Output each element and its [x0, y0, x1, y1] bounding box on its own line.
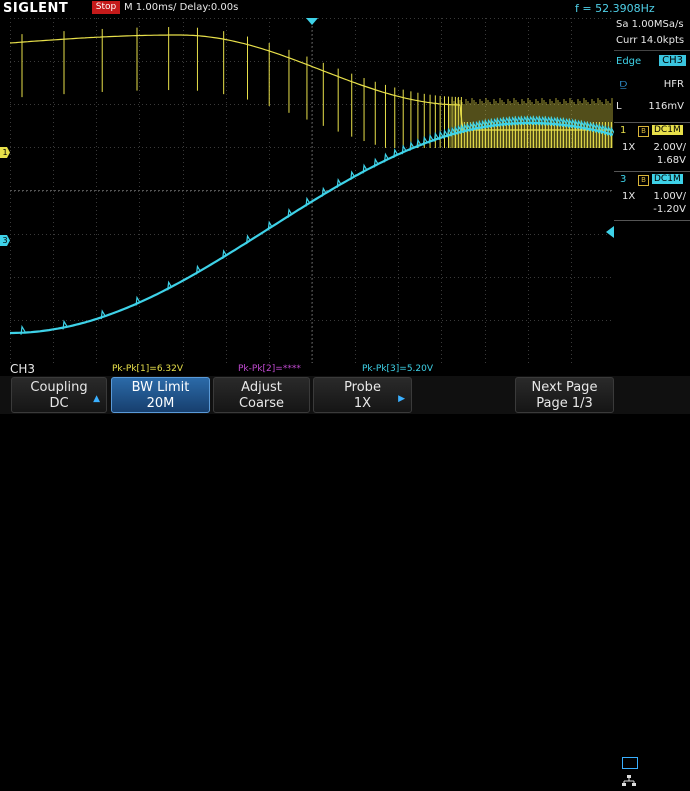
ch3-hook — [195, 264, 201, 275]
ch3-offset: -1.20V — [653, 204, 686, 215]
status-bar: SIGLENT Stop M 1.00ms/ Delay:0.00s f = 5… — [0, 0, 690, 17]
adjust-label: Adjust — [241, 380, 282, 395]
ch3-bw-icon: B — [638, 175, 649, 186]
ch3-hook — [222, 249, 228, 259]
ch3-hook — [362, 163, 368, 174]
ch3-hook — [350, 170, 356, 181]
trigger-level-label: L — [616, 101, 622, 112]
trigger-coupling: HFR — [663, 79, 684, 90]
ch1-number: 1 — [620, 125, 627, 136]
network-icon — [622, 772, 636, 786]
ch3-hook — [422, 135, 428, 146]
timebase-readout: M 1.00ms/ Delay:0.00s — [124, 2, 239, 13]
coupling-label: Coupling — [30, 380, 88, 395]
ch3-probe: 1X — [622, 191, 636, 202]
ch3-hooks — [20, 115, 614, 335]
coupling-button[interactable]: Coupling DC ▲ — [11, 377, 107, 413]
ch3-hook — [267, 220, 273, 231]
measurement-ch2: Pk-Pk[2]=**** — [238, 364, 301, 374]
ch1-marker-label: 1 — [2, 148, 8, 157]
ch3-scale: 1.00V/ — [653, 191, 686, 202]
display-icon — [622, 757, 638, 769]
ch1-offset: 1.68V — [656, 155, 686, 166]
ch3-hook — [287, 208, 293, 218]
ch1-spikes — [21, 27, 613, 148]
arrow-up-icon: ▲ — [93, 394, 100, 404]
probe-label: Probe — [344, 380, 381, 395]
arrow-right-icon: ▶ — [398, 394, 405, 404]
probe-button[interactable]: Probe 1X ▶ — [313, 377, 412, 413]
trigger-source: CH3 — [659, 55, 686, 66]
trigger-type: Edge — [616, 56, 642, 67]
ch1-scale: 2.00V/ — [653, 142, 686, 153]
ch3-hook — [245, 234, 252, 245]
ch3-hook — [336, 177, 342, 188]
bw-limit-value: 20M — [146, 396, 175, 411]
ch1-marker[interactable]: 1 — [0, 147, 10, 158]
next-page-label: Next Page — [531, 380, 598, 395]
ch3-hook — [321, 186, 327, 197]
measurement-ch3: Pk-Pk[3]=5.20V — [362, 364, 434, 374]
run-stop-indicator[interactable]: Stop — [92, 1, 120, 14]
probe-value: 1X — [353, 396, 372, 411]
page-indicator: Page 1/3 — [536, 396, 593, 411]
ch1-coupling: DC1M — [652, 125, 683, 135]
ch3-marker[interactable]: 3 — [0, 235, 10, 246]
ch3-settings[interactable]: 3 B DC1M 1X 1.00V/ -1.20V — [614, 171, 690, 221]
waveform-display — [10, 18, 614, 363]
sample-rate: Sa 1.00MSa/s — [616, 19, 684, 30]
frequency-readout: f = 52.3908Hz — [575, 2, 655, 15]
next-page-button[interactable]: Next Page Page 1/3 — [515, 377, 614, 413]
trigger-level-value: 116mV — [648, 101, 684, 112]
trigger-position-marker — [306, 18, 318, 25]
ch3-hook — [167, 280, 173, 291]
ch3-coupling: DC1M — [652, 174, 683, 184]
active-channel-label: CH3 — [10, 362, 36, 376]
bw-limit-label: BW Limit — [131, 380, 190, 395]
ch3-hook — [409, 141, 415, 151]
ch3-hook — [401, 144, 407, 155]
memory-depth: Curr 14.0kpts — [616, 35, 685, 46]
ch3-hook — [305, 196, 311, 207]
ch3-hook — [393, 148, 399, 159]
ch3-hook — [373, 157, 379, 168]
ch3-number: 3 — [620, 174, 627, 185]
ch3-hook — [100, 309, 106, 320]
adjust-value: Coarse — [238, 396, 285, 411]
measurement-ch1: Pk-Pk[1]=6.32V — [112, 364, 184, 374]
ch3-hook — [433, 131, 439, 142]
info-panel: Sa 1.00MSa/s Curr 14.0kpts Edge CH3 ⫒ HF… — [614, 17, 690, 363]
softkey-bar: Coupling DC ▲ BW Limit 20M Adjust Coarse… — [0, 376, 690, 786]
brand-logo: SIGLENT — [3, 1, 69, 16]
bw-limit-button[interactable]: BW Limit 20M — [111, 377, 210, 413]
ch1-settings[interactable]: 1 B DC1M 1X 2.00V/ 1.68V — [614, 122, 690, 172]
ch1-bw-icon: B — [638, 126, 649, 137]
adjust-button[interactable]: Adjust Coarse — [213, 377, 310, 413]
system-icons — [620, 755, 640, 787]
ch3-marker-label: 3 — [2, 236, 8, 245]
trigger-level-marker — [606, 226, 614, 238]
coupling-value: DC — [49, 396, 69, 411]
ch1-probe: 1X — [622, 142, 636, 153]
ch3-hook — [383, 152, 389, 163]
graticule — [10, 18, 614, 363]
rising-edge-icon: ⫒ — [620, 77, 628, 91]
